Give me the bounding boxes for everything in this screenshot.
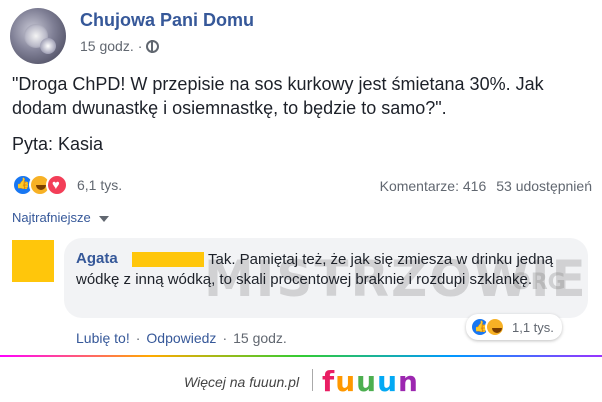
comment-sort-dropdown[interactable]: Najtrafniejsze xyxy=(12,210,109,225)
avatar-flower-small xyxy=(40,38,56,54)
footer-text[interactable]: Więcej na fuuun.pl xyxy=(184,374,299,390)
globe-icon xyxy=(146,39,160,53)
post-stats: Komentarze: 416 53 udostępnień xyxy=(380,178,592,194)
comment-bubble: MISTRZOWIE ORG Tak. Pamiętaj też, że jak… xyxy=(64,238,588,318)
post-time[interactable]: 15 godz. xyxy=(80,38,134,54)
comment-like-link[interactable]: Lubię to! xyxy=(76,330,130,346)
footer-separator xyxy=(312,369,313,391)
comment-reactions-count: 1,1 tys. xyxy=(512,319,554,335)
comment-reactions[interactable]: 1,1 tys. xyxy=(466,314,562,340)
haha-reaction-icon xyxy=(485,317,505,337)
comment-time[interactable]: 15 godz. xyxy=(233,330,287,346)
comment-actions: Lubię to! · Odpowiedz · 15 godz. xyxy=(76,330,287,346)
comment-reply-link[interactable]: Odpowiedz xyxy=(146,330,216,346)
post-reactions[interactable]: 6,1 tys. xyxy=(12,174,122,196)
logo-letter: u xyxy=(335,365,357,398)
logo-letter: u xyxy=(377,365,398,398)
comments-count[interactable]: Komentarze: 416 xyxy=(380,178,487,194)
page-name-link[interactable]: Chujowa Pani Domu xyxy=(80,10,254,31)
page-avatar[interactable] xyxy=(10,8,66,64)
footer: Więcej na fuuun.pl fuuun xyxy=(0,357,602,402)
meta-separator: · xyxy=(137,38,143,54)
fuuun-logo[interactable]: fuuun xyxy=(322,365,419,398)
sort-label: Najtrafniejsze xyxy=(12,210,91,225)
action-separator: · xyxy=(135,330,141,346)
logo-letter: n xyxy=(398,365,419,398)
action-separator: · xyxy=(222,330,228,346)
post-meta: 15 godz. · xyxy=(80,38,160,54)
post-body: "Droga ChPD! W przepisie na sos kurkowy … xyxy=(12,74,544,118)
author-surname-redaction xyxy=(132,252,204,267)
logo-letter: f xyxy=(322,365,336,398)
logo-letter: u xyxy=(356,365,378,398)
love-reaction-icon xyxy=(46,174,68,196)
facebook-post: Chujowa Pani Domu 15 godz. · "Droga ChPD… xyxy=(0,0,602,355)
post-ask: Pyta: Kasia xyxy=(12,134,104,154)
chevron-down-icon xyxy=(98,215,109,222)
comment-author[interactable]: Agata xyxy=(76,250,118,267)
commenter-avatar-redacted[interactable] xyxy=(12,240,54,282)
shares-count[interactable]: 53 udostępnień xyxy=(496,178,592,194)
reactions-count[interactable]: 6,1 tys. xyxy=(77,177,122,193)
